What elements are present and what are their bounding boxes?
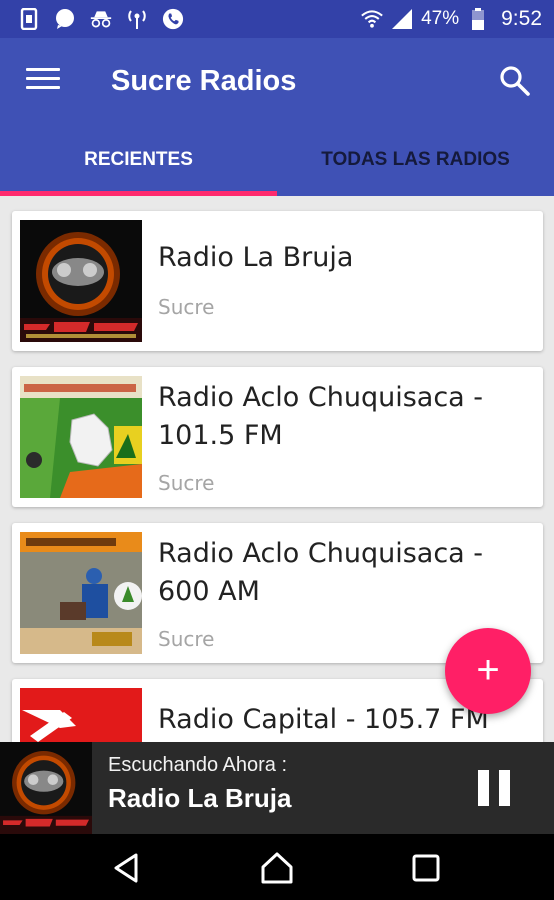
tab-recientes[interactable]: RECIENTES	[0, 130, 277, 196]
search-icon[interactable]	[498, 64, 532, 98]
back-icon[interactable]	[108, 850, 144, 886]
signal-icon	[391, 8, 413, 30]
station-name: Radio Aclo Chuquisaca - 101.5 FM	[158, 382, 484, 451]
app-bar: Sucre Radios RECIENTES TODAS LAS RADIOS	[0, 38, 554, 196]
station-card-radio-la-bruja[interactable]: Radio La Bruja Sucre	[12, 211, 543, 351]
now-playing-logo	[0, 742, 92, 834]
clock: 9:52	[501, 7, 542, 30]
message-icon	[54, 8, 76, 30]
tab-bar: RECIENTES TODAS LAS RADIOS	[0, 130, 554, 196]
hotspot-icon	[126, 8, 148, 30]
now-playing-bar[interactable]: Escuchando Ahora : Radio La Bruja	[0, 742, 554, 834]
station-city: Sucre	[158, 471, 215, 495]
sim-icon	[18, 8, 40, 30]
add-station-button[interactable]: +	[445, 628, 531, 714]
battery-icon	[467, 8, 489, 30]
notification-icons	[18, 8, 184, 30]
station-card-radio-aclo-101-5[interactable]: Radio Aclo Chuquisaca - 101.5 FM Sucre	[12, 367, 543, 507]
hamburger-menu-icon[interactable]	[26, 68, 60, 96]
station-name: Radio La Bruja	[158, 242, 354, 273]
station-logo	[20, 376, 142, 498]
pause-icon[interactable]	[478, 770, 512, 806]
incognito-icon	[90, 8, 112, 30]
tab-todas-las-radios[interactable]: TODAS LAS RADIOS	[277, 130, 554, 196]
system-status: 47% 9:52	[361, 7, 542, 31]
now-playing-label: Escuchando Ahora :	[108, 754, 288, 776]
station-city: Sucre	[158, 295, 215, 319]
navigation-bar	[0, 834, 554, 900]
station-city: Sucre	[158, 627, 215, 651]
phone-icon	[162, 8, 184, 30]
recents-icon[interactable]	[408, 850, 444, 886]
now-playing-station: Radio La Bruja	[108, 783, 292, 813]
wifi-icon	[361, 8, 383, 30]
station-logo	[20, 688, 142, 742]
station-name: Radio Aclo Chuquisaca - 600 AM	[158, 538, 484, 607]
battery-percentage: 47%	[421, 8, 460, 29]
app-title: Sucre Radios	[111, 65, 297, 97]
home-icon[interactable]	[259, 850, 295, 886]
status-bar: 47% 9:52	[0, 0, 554, 38]
station-logo	[20, 220, 142, 342]
station-logo	[20, 532, 142, 654]
